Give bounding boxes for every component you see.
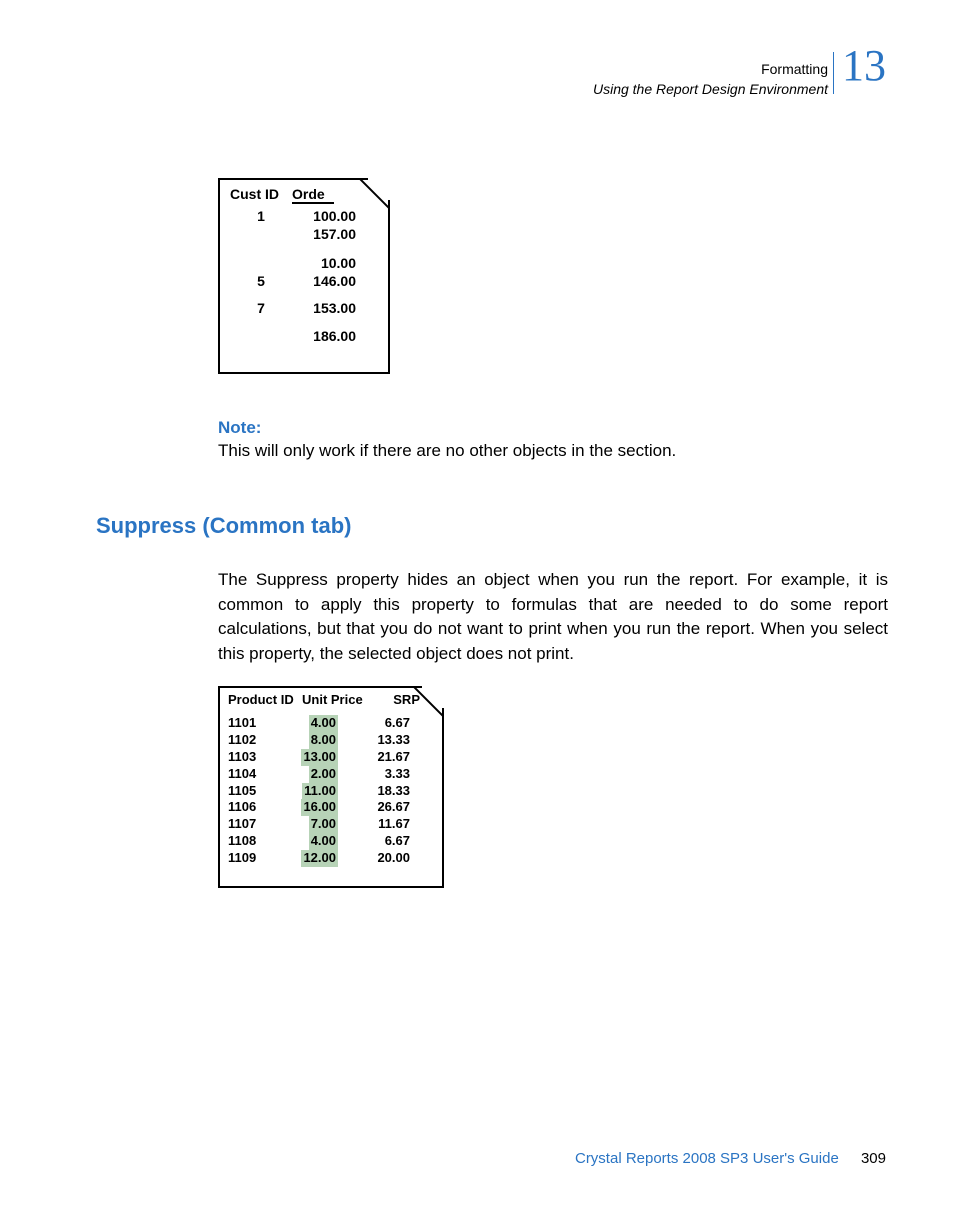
note-label: Note: xyxy=(218,418,878,438)
header-divider xyxy=(833,52,834,94)
fig2-cell: 21.67 xyxy=(338,749,410,766)
fig2-cell: 6.67 xyxy=(338,833,410,850)
chapter-number: 13 xyxy=(842,44,886,88)
table-row: 157.00 xyxy=(230,226,378,244)
fig1-cell: 153.00 xyxy=(292,300,356,318)
table-row: 1104 2.00 3.33 xyxy=(228,766,434,783)
fig2-header-srp: SRP xyxy=(370,692,420,707)
fig1-header-custid: Cust ID xyxy=(230,186,292,204)
fig1-cell: 100.00 xyxy=(292,208,356,226)
page-footer: Crystal Reports 2008 SP3 User's Guide 30… xyxy=(575,1150,886,1167)
fig1-cell: 10.00 xyxy=(292,255,356,273)
fig1-cell xyxy=(230,226,292,244)
fig2-header-unitprice: Unit Price xyxy=(302,692,370,707)
table-row: 5 146.00 xyxy=(230,273,378,291)
fig2-cell: 1103 xyxy=(228,749,276,766)
fig2-cell: 13.00 xyxy=(276,749,338,766)
fig2-cell: 12.00 xyxy=(276,850,338,867)
fig2-cell: 16.00 xyxy=(276,799,338,816)
fig2-cell: 26.67 xyxy=(338,799,410,816)
fig2-cell: 18.33 xyxy=(338,783,410,800)
fig2-cell: 1102 xyxy=(228,732,276,749)
fig1-cell: 5 xyxy=(230,273,292,291)
fig2-cell: 1109 xyxy=(228,850,276,867)
fig2-cell: 13.33 xyxy=(338,732,410,749)
fig2-cell: 2.00 xyxy=(276,766,338,783)
body-paragraph: The Suppress property hides an object wh… xyxy=(218,568,888,667)
table-row: 1106 16.00 26.67 xyxy=(228,799,434,816)
fig1-cell: 146.00 xyxy=(292,273,356,291)
fig2-cell: 11.00 xyxy=(276,783,338,800)
footer-page-number: 309 xyxy=(861,1150,886,1167)
fig1-cell: 1 xyxy=(230,208,292,226)
note-block: Note: This will only work if there are n… xyxy=(218,418,878,463)
table-row: 1103 13.00 21.67 xyxy=(228,749,434,766)
table-row: 1108 4.00 6.67 xyxy=(228,833,434,850)
table-row: 1107 7.00 11.67 xyxy=(228,816,434,833)
footer-title: Crystal Reports 2008 SP3 User's Guide xyxy=(575,1150,839,1167)
fig1-cell: 7 xyxy=(230,300,292,318)
fig2-cell: 20.00 xyxy=(338,850,410,867)
figure-custid-orders: Cust ID Orde 1 100.00 157.00 10.00 5 146… xyxy=(218,178,390,374)
fig1-cell xyxy=(230,328,292,346)
breadcrumb-bottom: Using the Report Design Environment xyxy=(593,80,828,99)
fig2-cell: 1105 xyxy=(228,783,276,800)
figure-product-table: Product ID Unit Price SRP 1101 4.00 6.67… xyxy=(218,686,444,888)
table-row: 10.00 xyxy=(230,255,378,273)
fig2-cell: 7.00 xyxy=(276,816,338,833)
table-row: 1105 11.00 18.33 xyxy=(228,783,434,800)
fig2-cell: 1106 xyxy=(228,799,276,816)
fig2-cell: 11.67 xyxy=(338,816,410,833)
fig2-cell: 4.00 xyxy=(276,833,338,850)
table-row: 1109 12.00 20.00 xyxy=(228,850,434,867)
table-row: 1101 4.00 6.67 xyxy=(228,715,434,732)
fig1-cell xyxy=(230,255,292,273)
fig1-cell: 186.00 xyxy=(292,328,356,346)
table-row: 186.00 xyxy=(230,328,378,346)
fig2-header-productid: Product ID xyxy=(228,692,302,707)
fig2-cell: 4.00 xyxy=(276,715,338,732)
fig2-cell: 1107 xyxy=(228,816,276,833)
dog-ear-icon xyxy=(368,178,390,200)
fig2-cell: 1108 xyxy=(228,833,276,850)
note-text: This will only work if there are no othe… xyxy=(218,440,878,463)
table-row: 1102 8.00 13.33 xyxy=(228,732,434,749)
breadcrumb-top: Formatting xyxy=(593,60,828,80)
fig2-cell: 6.67 xyxy=(338,715,410,732)
fig2-cell: 3.33 xyxy=(338,766,410,783)
fig1-cell: 157.00 xyxy=(292,226,356,244)
fig2-cell: 1101 xyxy=(228,715,276,732)
fig1-header-orde: Orde xyxy=(292,186,334,204)
fig2-cell: 1104 xyxy=(228,766,276,783)
table-row: 1 100.00 xyxy=(230,208,378,226)
header-breadcrumb: Formatting Using the Report Design Envir… xyxy=(593,60,828,98)
dog-ear-icon xyxy=(422,686,444,708)
section-heading: Suppress (Common tab) xyxy=(96,513,351,539)
fig2-cell: 8.00 xyxy=(276,732,338,749)
table-row: 7 153.00 xyxy=(230,300,378,318)
